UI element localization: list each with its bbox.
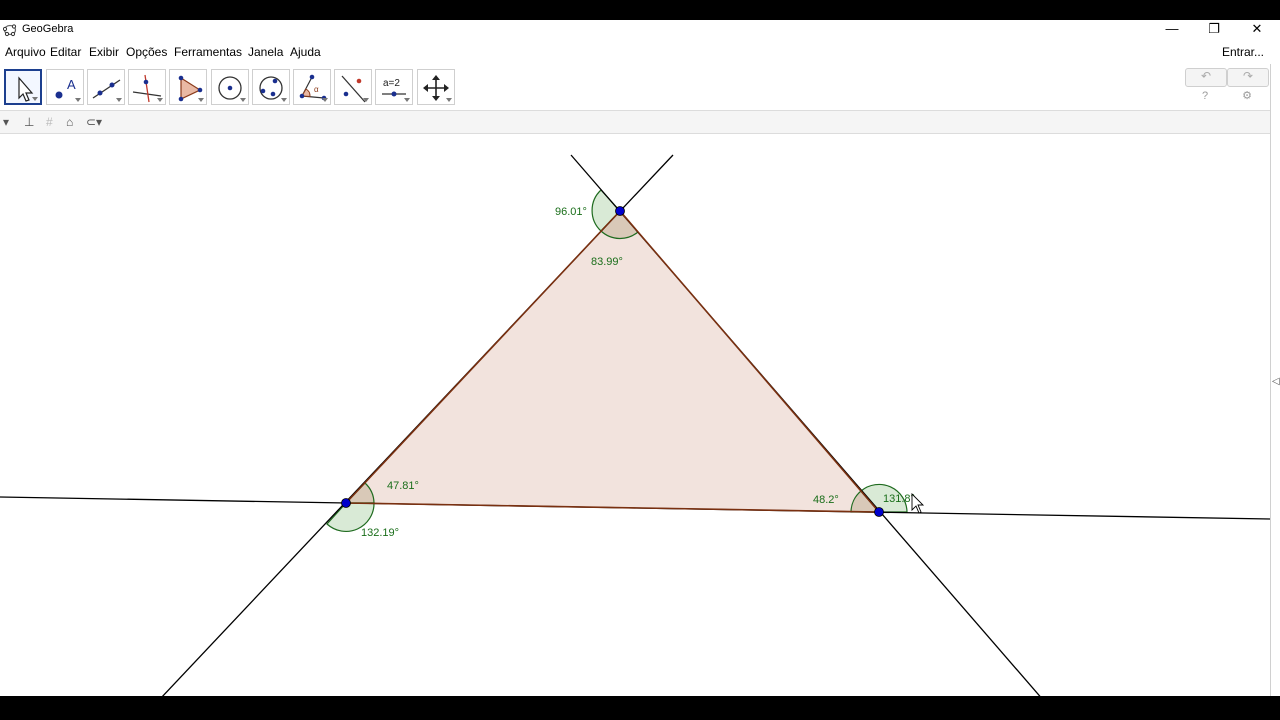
menu-opcoes[interactable]: Opções	[126, 45, 167, 59]
vertex-left[interactable]	[341, 498, 351, 508]
menu-janela[interactable]: Janela	[248, 45, 283, 59]
geogebra-window: GeoGebra — ❐ ✕ Arquivo Editar Exibir Opç…	[0, 20, 1280, 696]
menu-editar[interactable]: Editar	[50, 45, 81, 59]
close-button[interactable]: ✕	[1236, 20, 1278, 40]
slider-tool-button[interactable]: a=2	[375, 69, 413, 105]
reflect-tool-button[interactable]	[334, 69, 372, 105]
redo-button[interactable]: ↷	[1227, 68, 1269, 87]
toolbar: A α a=2	[0, 66, 1280, 110]
login-link[interactable]: Entrar...	[1222, 45, 1264, 59]
angle-label-top-interior: 83.99°	[591, 256, 623, 268]
help-icon[interactable]: ?	[1198, 89, 1212, 103]
vertex-right[interactable]	[874, 507, 884, 517]
window-title: GeoGebra	[22, 23, 74, 35]
grid-toggle-icon[interactable]: #	[46, 115, 53, 129]
slider-tool-text: a=2	[383, 78, 400, 89]
menu-exibir[interactable]: Exibir	[89, 45, 119, 59]
bottom-black-bar	[0, 696, 1280, 720]
perpendicular-tool-button[interactable]	[128, 69, 166, 105]
angle-label-right-interior: 48.2°	[813, 494, 839, 506]
right-panel-divider	[1270, 64, 1271, 696]
angle-label-top-exterior: 96.01°	[555, 206, 587, 218]
move-graphics-view-tool-button[interactable]	[417, 69, 455, 105]
circle-center-tool-button[interactable]	[211, 69, 249, 105]
title-bar: GeoGebra — ❐ ✕	[0, 20, 1280, 40]
top-black-bar	[0, 0, 1280, 20]
mouse-cursor-icon	[911, 492, 925, 514]
menu-ferramentas[interactable]: Ferramentas	[174, 45, 242, 59]
collapse-panel-arrow-icon[interactable]: ◁	[1272, 376, 1280, 387]
circle-three-points-tool-button[interactable]	[252, 69, 290, 105]
svg-text:A: A	[67, 77, 76, 92]
line-tool-button[interactable]	[87, 69, 125, 105]
menu-ajuda[interactable]: Ajuda	[290, 45, 321, 59]
move-tool-button[interactable]	[4, 69, 42, 105]
point-tool-button[interactable]: A	[46, 69, 84, 105]
style-bar: ▾ ⊥ # ⌂ ⊂▾	[0, 110, 1270, 134]
axes-toggle-icon[interactable]: ⊥	[24, 115, 34, 129]
angle-label-left-interior: 47.81°	[387, 480, 419, 492]
polygon-tool-button[interactable]	[169, 69, 207, 105]
angle-label-left-exterior: 132.19°	[361, 527, 399, 539]
vertex-top[interactable]	[615, 206, 625, 216]
geometry-canvas[interactable]: 96.01° 83.99° 47.81° 132.19° 48.2° 131.8…	[0, 134, 1271, 696]
restore-button[interactable]: ❐	[1193, 20, 1235, 40]
svg-text:α: α	[314, 85, 319, 94]
graphics-view[interactable]: 96.01° 83.99° 47.81° 132.19° 48.2° 131.8…	[0, 134, 1271, 696]
minimize-button[interactable]: —	[1151, 20, 1193, 40]
home-icon[interactable]: ⌂	[66, 115, 73, 129]
undo-button[interactable]: ↶	[1185, 68, 1227, 87]
stylebar-toggle-icon[interactable]: ▾	[3, 115, 9, 129]
menu-arquivo[interactable]: Arquivo	[5, 45, 46, 59]
settings-gear-icon[interactable]: ⚙	[1240, 89, 1254, 103]
angle-tool-button[interactable]: α	[293, 69, 331, 105]
view-menu-icon[interactable]: ⊂▾	[86, 115, 102, 129]
angle-label-right-exterior: 131.8°	[883, 493, 915, 505]
menu-bar: Arquivo Editar Exibir Opções Ferramentas…	[0, 42, 1280, 62]
geogebra-logo-icon	[3, 24, 17, 37]
